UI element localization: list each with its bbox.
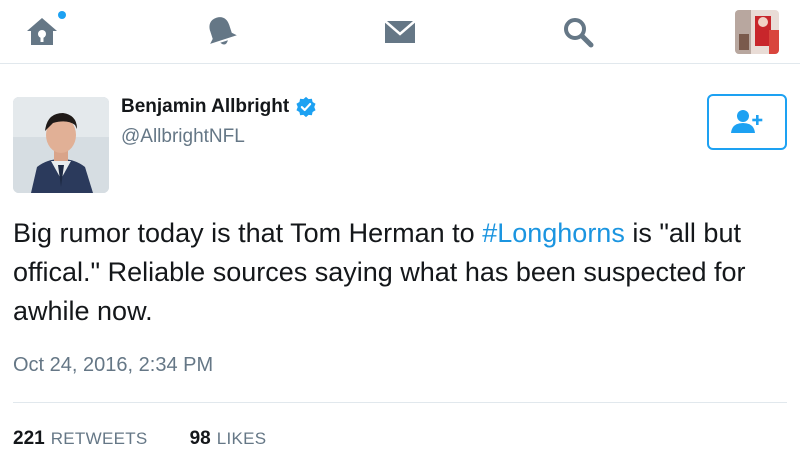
nav-home-button[interactable]	[18, 8, 66, 56]
likes-count: 98	[189, 428, 211, 449]
likes-label: LIKES	[216, 429, 267, 448]
add-user-icon	[731, 110, 763, 133]
retweets-count: 221	[13, 428, 45, 449]
follow-button[interactable]	[707, 94, 787, 150]
author-avatar[interactable]	[13, 97, 109, 193]
nav-profile-button[interactable]	[733, 8, 781, 56]
avatar	[735, 10, 779, 54]
envelope-icon	[384, 20, 416, 43]
tweet-detail: Benjamin Allbright @AllbrightNFL Big rum…	[0, 64, 800, 472]
retweets-stat[interactable]: 221 RETWEETS	[13, 428, 148, 450]
top-nav-bar	[0, 0, 800, 64]
tweet-timestamp[interactable]: Oct 24, 2016, 2:34 PM	[13, 354, 213, 377]
retweets-label: RETWEETS	[50, 429, 148, 448]
home-icon	[27, 18, 57, 45]
author-name[interactable]: Benjamin Allbright	[121, 96, 289, 118]
bell-icon	[209, 17, 237, 45]
tweet-stats: 221 RETWEETS 98 LIKES	[13, 428, 308, 450]
author-handle[interactable]: @AllbrightNFL	[121, 126, 245, 148]
nav-notifications-button[interactable]	[197, 8, 245, 56]
divider	[13, 402, 787, 403]
verified-badge-icon	[296, 96, 316, 118]
hashtag-link[interactable]: #Longhorns	[482, 218, 625, 248]
likes-stat[interactable]: 98 LIKES	[190, 428, 267, 450]
tweet-text: Big rumor today is that Tom Herman to #L…	[13, 214, 783, 331]
author-name-row: Benjamin Allbright	[121, 96, 317, 118]
nav-messages-button[interactable]	[376, 8, 424, 56]
nav-search-button[interactable]	[554, 8, 602, 56]
search-icon	[564, 18, 594, 48]
tweet-text-part: Big rumor today is that Tom Herman to	[13, 218, 483, 248]
unread-dot	[58, 11, 66, 19]
